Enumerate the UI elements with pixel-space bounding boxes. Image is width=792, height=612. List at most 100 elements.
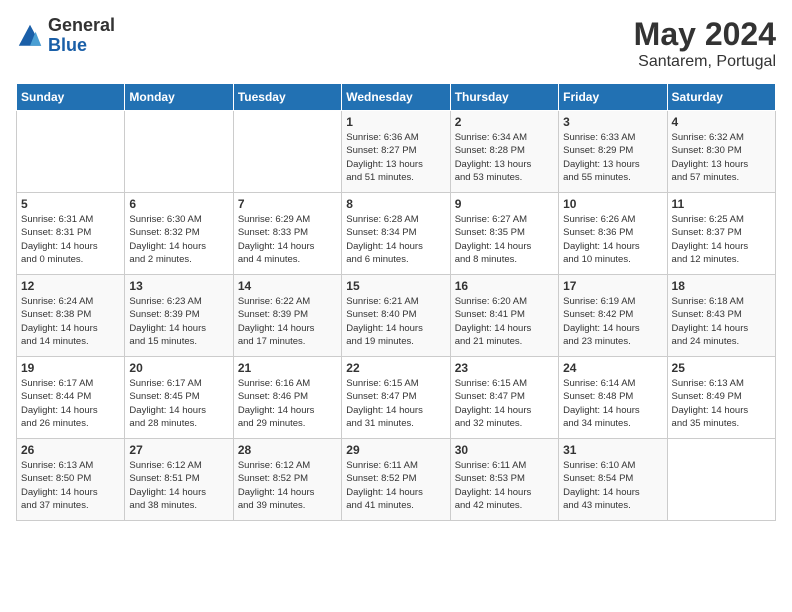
- day-cell: 25 Sunrise: 6:13 AM Sunset: 8:49 PM Dayli…: [667, 357, 775, 439]
- logo-text: General Blue: [48, 16, 115, 56]
- day-info: Sunrise: 6:33 AM Sunset: 8:29 PM Dayligh…: [563, 131, 662, 184]
- day-info: Sunrise: 6:18 AM Sunset: 8:43 PM Dayligh…: [672, 295, 771, 348]
- week-row-1: 1 Sunrise: 6:36 AM Sunset: 8:27 PM Daylig…: [17, 111, 776, 193]
- day-number: 13: [129, 279, 228, 293]
- day-info: Sunrise: 6:19 AM Sunset: 8:42 PM Dayligh…: [563, 295, 662, 348]
- day-cell: 3 Sunrise: 6:33 AM Sunset: 8:29 PM Daylig…: [559, 111, 667, 193]
- day-info: Sunrise: 6:36 AM Sunset: 8:27 PM Dayligh…: [346, 131, 445, 184]
- day-info: Sunrise: 6:11 AM Sunset: 8:52 PM Dayligh…: [346, 459, 445, 512]
- day-number: 7: [238, 197, 337, 211]
- day-number: 29: [346, 443, 445, 457]
- col-header-sunday: Sunday: [17, 84, 125, 111]
- day-number: 12: [21, 279, 120, 293]
- day-cell: 5 Sunrise: 6:31 AM Sunset: 8:31 PM Daylig…: [17, 193, 125, 275]
- logo: General Blue: [16, 16, 115, 56]
- day-info: Sunrise: 6:16 AM Sunset: 8:46 PM Dayligh…: [238, 377, 337, 430]
- day-info: Sunrise: 6:17 AM Sunset: 8:45 PM Dayligh…: [129, 377, 228, 430]
- day-cell: 9Sunrise: 6:27 AM Sunset: 8:35 PM Daylig…: [450, 193, 558, 275]
- day-cell: 24 Sunrise: 6:14 AM Sunset: 8:48 PM Dayli…: [559, 357, 667, 439]
- week-row-5: 26 Sunrise: 6:13 AM Sunset: 8:50 PM Dayli…: [17, 439, 776, 521]
- col-header-friday: Friday: [559, 84, 667, 111]
- day-number: 21: [238, 361, 337, 375]
- day-number: 3: [563, 115, 662, 129]
- day-number: 10: [563, 197, 662, 211]
- day-cell: 27Sunrise: 6:12 AM Sunset: 8:51 PM Dayli…: [125, 439, 233, 521]
- day-number: 24: [563, 361, 662, 375]
- location-title: Santarem, Portugal: [634, 53, 776, 71]
- day-cell: 4Sunrise: 6:32 AM Sunset: 8:30 PM Daylig…: [667, 111, 775, 193]
- day-number: 30: [455, 443, 554, 457]
- col-header-monday: Monday: [125, 84, 233, 111]
- day-info: Sunrise: 6:20 AM Sunset: 8:41 PM Dayligh…: [455, 295, 554, 348]
- week-row-2: 5 Sunrise: 6:31 AM Sunset: 8:31 PM Daylig…: [17, 193, 776, 275]
- day-cell: 7 Sunrise: 6:29 AM Sunset: 8:33 PM Daylig…: [233, 193, 341, 275]
- day-info: Sunrise: 6:34 AM Sunset: 8:28 PM Dayligh…: [455, 131, 554, 184]
- day-cell: 12Sunrise: 6:24 AM Sunset: 8:38 PM Dayli…: [17, 275, 125, 357]
- day-number: 27: [129, 443, 228, 457]
- day-cell: 15 Sunrise: 6:21 AM Sunset: 8:40 PM Dayli…: [342, 275, 450, 357]
- day-number: 28: [238, 443, 337, 457]
- col-header-wednesday: Wednesday: [342, 84, 450, 111]
- day-info: Sunrise: 6:13 AM Sunset: 8:49 PM Dayligh…: [672, 377, 771, 430]
- day-info: Sunrise: 6:23 AM Sunset: 8:39 PM Dayligh…: [129, 295, 228, 348]
- day-cell: [667, 439, 775, 521]
- header-row: SundayMondayTuesdayWednesdayThursdayFrid…: [17, 84, 776, 111]
- day-info: Sunrise: 6:22 AM Sunset: 8:39 PM Dayligh…: [238, 295, 337, 348]
- day-number: 17: [563, 279, 662, 293]
- day-info: Sunrise: 6:29 AM Sunset: 8:33 PM Dayligh…: [238, 213, 337, 266]
- week-row-4: 19Sunrise: 6:17 AM Sunset: 8:44 PM Dayli…: [17, 357, 776, 439]
- day-info: Sunrise: 6:21 AM Sunset: 8:40 PM Dayligh…: [346, 295, 445, 348]
- day-info: Sunrise: 6:12 AM Sunset: 8:52 PM Dayligh…: [238, 459, 337, 512]
- title-section: May 2024 Santarem, Portugal: [634, 16, 776, 71]
- day-cell: [233, 111, 341, 193]
- day-info: Sunrise: 6:10 AM Sunset: 8:54 PM Dayligh…: [563, 459, 662, 512]
- day-number: 11: [672, 197, 771, 211]
- col-header-saturday: Saturday: [667, 84, 775, 111]
- day-number: 26: [21, 443, 120, 457]
- day-info: Sunrise: 6:15 AM Sunset: 8:47 PM Dayligh…: [346, 377, 445, 430]
- logo-icon: [16, 22, 44, 50]
- day-cell: 16 Sunrise: 6:20 AM Sunset: 8:41 PM Dayli…: [450, 275, 558, 357]
- day-info: Sunrise: 6:31 AM Sunset: 8:31 PM Dayligh…: [21, 213, 120, 266]
- week-row-3: 12Sunrise: 6:24 AM Sunset: 8:38 PM Dayli…: [17, 275, 776, 357]
- day-cell: 23 Sunrise: 6:15 AM Sunset: 8:47 PM Dayli…: [450, 357, 558, 439]
- day-info: Sunrise: 6:14 AM Sunset: 8:48 PM Dayligh…: [563, 377, 662, 430]
- day-number: 23: [455, 361, 554, 375]
- logo-blue: Blue: [48, 36, 115, 56]
- day-number: 25: [672, 361, 771, 375]
- month-title: May 2024: [634, 16, 776, 53]
- day-cell: 1 Sunrise: 6:36 AM Sunset: 8:27 PM Daylig…: [342, 111, 450, 193]
- day-number: 16: [455, 279, 554, 293]
- day-cell: 22Sunrise: 6:15 AM Sunset: 8:47 PM Dayli…: [342, 357, 450, 439]
- day-cell: 31 Sunrise: 6:10 AM Sunset: 8:54 PM Dayli…: [559, 439, 667, 521]
- day-cell: 29 Sunrise: 6:11 AM Sunset: 8:52 PM Dayli…: [342, 439, 450, 521]
- day-info: Sunrise: 6:15 AM Sunset: 8:47 PM Dayligh…: [455, 377, 554, 430]
- day-cell: [17, 111, 125, 193]
- day-info: Sunrise: 6:28 AM Sunset: 8:34 PM Dayligh…: [346, 213, 445, 266]
- day-cell: 10 Sunrise: 6:26 AM Sunset: 8:36 PM Dayli…: [559, 193, 667, 275]
- day-cell: 28 Sunrise: 6:12 AM Sunset: 8:52 PM Dayli…: [233, 439, 341, 521]
- day-number: 15: [346, 279, 445, 293]
- day-info: Sunrise: 6:13 AM Sunset: 8:50 PM Dayligh…: [21, 459, 120, 512]
- day-number: 1: [346, 115, 445, 129]
- day-info: Sunrise: 6:17 AM Sunset: 8:44 PM Dayligh…: [21, 377, 120, 430]
- day-cell: 8Sunrise: 6:28 AM Sunset: 8:34 PM Daylig…: [342, 193, 450, 275]
- day-info: Sunrise: 6:11 AM Sunset: 8:53 PM Dayligh…: [455, 459, 554, 512]
- col-header-thursday: Thursday: [450, 84, 558, 111]
- day-cell: 20Sunrise: 6:17 AM Sunset: 8:45 PM Dayli…: [125, 357, 233, 439]
- day-cell: 6Sunrise: 6:30 AM Sunset: 8:32 PM Daylig…: [125, 193, 233, 275]
- day-number: 14: [238, 279, 337, 293]
- day-number: 9: [455, 197, 554, 211]
- day-number: 5: [21, 197, 120, 211]
- day-number: 31: [563, 443, 662, 457]
- page-header: General Blue May 2024 Santarem, Portugal: [16, 16, 776, 71]
- day-number: 18: [672, 279, 771, 293]
- day-cell: [125, 111, 233, 193]
- day-info: Sunrise: 6:26 AM Sunset: 8:36 PM Dayligh…: [563, 213, 662, 266]
- day-info: Sunrise: 6:25 AM Sunset: 8:37 PM Dayligh…: [672, 213, 771, 266]
- day-cell: 13 Sunrise: 6:23 AM Sunset: 8:39 PM Dayli…: [125, 275, 233, 357]
- day-cell: 17 Sunrise: 6:19 AM Sunset: 8:42 PM Dayli…: [559, 275, 667, 357]
- logo-general: General: [48, 16, 115, 36]
- day-cell: 18 Sunrise: 6:18 AM Sunset: 8:43 PM Dayli…: [667, 275, 775, 357]
- day-number: 6: [129, 197, 228, 211]
